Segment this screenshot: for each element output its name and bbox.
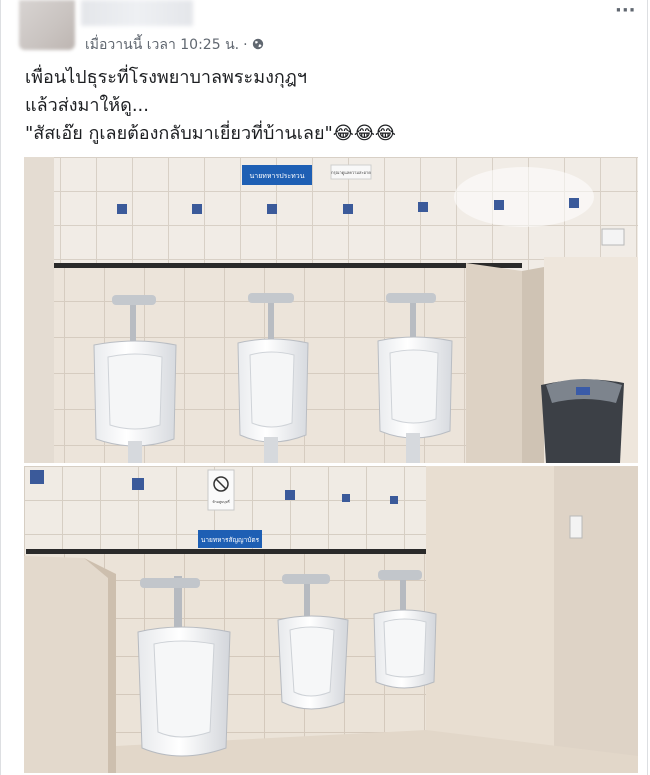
post-header: เมื่อวานนี้ เวลา 10:25 น. · ··· [1,0,649,58]
post-timestamp[interactable]: เมื่อวานนี้ เวลา 10:25 น. [85,37,239,53]
sign-main-text: นายทหารประทวน [249,172,304,180]
globe-icon[interactable] [252,38,264,50]
more-options-icon[interactable]: ··· [615,2,636,22]
meta-separator: · [243,37,248,53]
post-photo-1[interactable]: นายทหารประทวน กรุณาดูแลความสะอาด [24,157,638,463]
post-text-line: "สัสเอ๊ย กูเลยต้องกลับมาเยี่ยวที่บ้านเลย… [25,123,396,144]
post-card: เมื่อวานนี้ เวลา 10:25 น. · ··· เพื่อนไปธ… [0,0,648,775]
sign-main-text: นายทหารสัญญาบัตร [201,536,260,544]
author-avatar[interactable] [19,0,75,50]
post-meta: เมื่อวานนี้ เวลา 10:25 น. · [85,34,264,56]
author-name-redacted[interactable] [81,0,193,26]
post-photo-2[interactable]: ห้ามสูบบุหรี่ นายทหารสัญญาบัตร [24,466,638,773]
post-text-line: เพื่อนไปธุระที่โรงพยาบาลพระมงกุฎฯ [25,67,307,88]
post-text-line: แล้วส่งมาให้ดู... [25,95,149,116]
post-body: เพื่อนไปธุระที่โรงพยาบาลพระมงกุฎฯ แล้วส่… [25,64,625,148]
